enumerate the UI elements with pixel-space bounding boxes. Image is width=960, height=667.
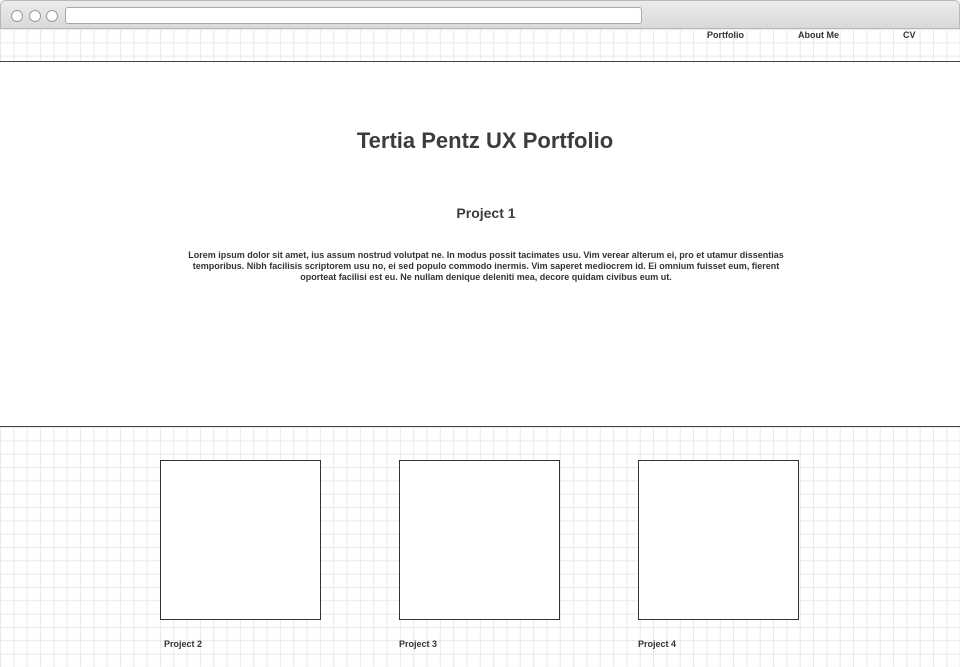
featured-project-description: Lorem ipsum dolor sit amet, ius assum no… bbox=[188, 250, 784, 282]
nav-link-portfolio[interactable]: Portfolio bbox=[707, 30, 744, 40]
project-3-label[interactable]: Project 3 bbox=[399, 639, 437, 649]
window-minimize-dot[interactable] bbox=[29, 10, 41, 22]
browser-window-chrome bbox=[0, 0, 960, 29]
project-2-thumbnail[interactable] bbox=[160, 460, 321, 620]
project-gallery: Project 2 Project 3 Project 4 bbox=[0, 426, 960, 667]
window-maximize-dot[interactable] bbox=[46, 10, 58, 22]
top-navigation: Portfolio About Me CV bbox=[0, 29, 960, 62]
nav-link-about-me[interactable]: About Me bbox=[798, 30, 839, 40]
project-4-label[interactable]: Project 4 bbox=[638, 639, 676, 649]
project-3-thumbnail[interactable] bbox=[399, 460, 560, 620]
window-close-dot[interactable] bbox=[11, 10, 23, 22]
project-4-thumbnail[interactable] bbox=[638, 460, 799, 620]
address-bar[interactable] bbox=[65, 7, 642, 24]
project-2-label[interactable]: Project 2 bbox=[164, 639, 202, 649]
nav-link-cv[interactable]: CV bbox=[903, 30, 916, 40]
featured-project-section: Tertia Pentz UX Portfolio Project 1 Lore… bbox=[0, 62, 960, 426]
featured-project-title: Project 1 bbox=[456, 205, 516, 221]
page-title: Tertia Pentz UX Portfolio bbox=[356, 128, 614, 153]
